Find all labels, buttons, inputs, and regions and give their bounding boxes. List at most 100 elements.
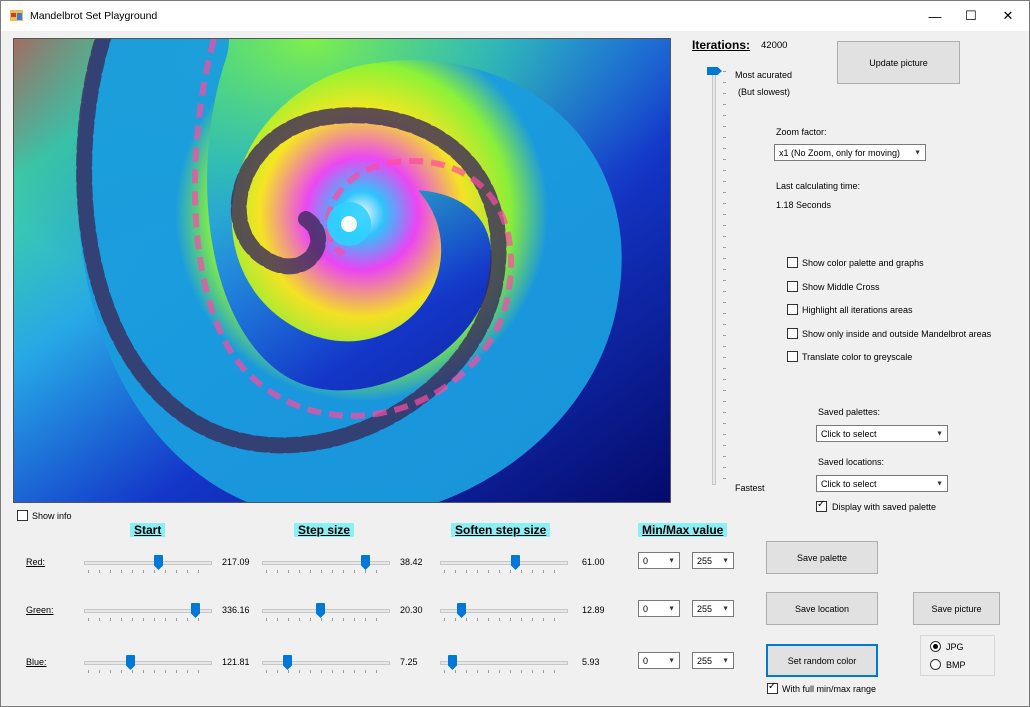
green-max-select[interactable]: 255 ▼ bbox=[692, 600, 734, 617]
iterations-thumb[interactable] bbox=[707, 67, 722, 75]
inside-outside-checkbox[interactable] bbox=[787, 328, 798, 339]
save-location-button[interactable]: Save location bbox=[766, 592, 878, 625]
highlight-iterations-checkbox[interactable] bbox=[787, 304, 798, 315]
fractal-image bbox=[14, 39, 670, 502]
green-step-value: 20.30 bbox=[400, 605, 423, 615]
jpg-label: JPG bbox=[946, 642, 964, 652]
slider-thumb[interactable] bbox=[316, 603, 325, 618]
green-soften-slider[interactable] bbox=[440, 601, 568, 623]
saved-palettes-select[interactable]: Click to select ▼ bbox=[816, 425, 948, 442]
red-soften-value: 61.00 bbox=[582, 557, 605, 567]
slider-ticks bbox=[88, 570, 208, 573]
bmp-label: BMP bbox=[946, 660, 966, 670]
blue-step-value: 7.25 bbox=[400, 657, 418, 667]
save-palette-button[interactable]: Save palette bbox=[766, 541, 878, 574]
iterations-track bbox=[712, 71, 716, 485]
red-max-select[interactable]: 255 ▼ bbox=[692, 552, 734, 569]
show-info-checkbox[interactable] bbox=[17, 510, 28, 521]
show-palette-label: Show color palette and graphs bbox=[802, 258, 924, 268]
red-label: Red: bbox=[26, 557, 46, 567]
slider-thumb[interactable] bbox=[283, 655, 292, 670]
set-random-color-button[interactable]: Set random color bbox=[766, 644, 878, 677]
slider-track bbox=[262, 561, 390, 565]
blue-max-select[interactable]: 255 ▼ bbox=[692, 652, 734, 669]
saved-palettes-value: Click to select bbox=[821, 428, 877, 439]
show-palette-checkbox[interactable] bbox=[787, 257, 798, 268]
full-range-checkbox[interactable] bbox=[767, 681, 778, 694]
red-min-value: 0 bbox=[643, 555, 649, 566]
jpg-radio[interactable] bbox=[930, 641, 941, 652]
but-slowest-label: (But slowest) bbox=[738, 87, 791, 97]
start-heading: Start bbox=[130, 523, 166, 537]
close-button[interactable]: ✕ bbox=[988, 1, 1028, 31]
chevron-down-icon: ▼ bbox=[722, 657, 729, 664]
save-picture-button[interactable]: Save picture bbox=[913, 592, 1000, 625]
show-info-label: Show info bbox=[32, 511, 72, 521]
slider-track bbox=[262, 609, 390, 613]
green-label: Green: bbox=[26, 605, 54, 615]
green-min-select[interactable]: 0 ▼ bbox=[638, 600, 680, 617]
chevron-down-icon: ▼ bbox=[722, 605, 729, 612]
update-picture-button[interactable]: Update picture bbox=[837, 41, 960, 84]
display-saved-palette-checkbox[interactable] bbox=[816, 499, 827, 512]
red-soften-slider[interactable] bbox=[440, 553, 568, 575]
bmp-radio[interactable] bbox=[930, 659, 941, 670]
close-icon: ✕ bbox=[1002, 8, 1014, 23]
minimize-button[interactable]: — bbox=[915, 1, 955, 31]
title-bar: Mandelbrot Set Playground — ☐ ✕ bbox=[1, 1, 1029, 31]
red-step-value: 38.42 bbox=[400, 557, 423, 567]
slider-thumb[interactable] bbox=[511, 555, 520, 570]
slider-thumb[interactable] bbox=[457, 603, 466, 618]
app-icon bbox=[10, 10, 23, 21]
zoom-factor-label: Zoom factor: bbox=[776, 127, 827, 137]
slider-ticks bbox=[444, 670, 564, 673]
display-saved-palette-label: Display with saved palette bbox=[832, 502, 937, 512]
saved-locations-select[interactable]: Click to select ▼ bbox=[816, 475, 948, 492]
maximize-button[interactable]: ☐ bbox=[951, 1, 991, 31]
slider-thumb[interactable] bbox=[191, 603, 200, 618]
blue-step-slider[interactable] bbox=[262, 653, 390, 675]
chevron-down-icon: ▼ bbox=[668, 605, 675, 612]
slider-thumb[interactable] bbox=[361, 555, 370, 570]
greyscale-checkbox[interactable] bbox=[787, 351, 798, 362]
blue-label: Blue: bbox=[26, 657, 47, 667]
step-size-heading: Step size bbox=[294, 523, 355, 537]
slider-ticks bbox=[444, 570, 564, 573]
show-middle-cross-checkbox[interactable] bbox=[787, 281, 798, 292]
fastest-label: Fastest bbox=[735, 483, 765, 493]
green-min-value: 0 bbox=[643, 603, 649, 614]
green-step-slider[interactable] bbox=[262, 601, 390, 623]
slider-thumb[interactable] bbox=[448, 655, 457, 670]
red-start-slider[interactable] bbox=[84, 553, 212, 575]
slider-track bbox=[84, 561, 212, 565]
slider-thumb[interactable] bbox=[126, 655, 135, 670]
iterations-label: Iterations: bbox=[692, 38, 751, 52]
slider-track bbox=[262, 661, 390, 665]
green-start-slider[interactable] bbox=[84, 601, 212, 623]
blue-soften-slider[interactable] bbox=[440, 653, 568, 675]
soften-step-heading: Soften step size bbox=[451, 523, 551, 537]
green-soften-value: 12.89 bbox=[582, 605, 605, 615]
slider-track bbox=[84, 661, 212, 665]
fractal-canvas[interactable] bbox=[13, 38, 671, 503]
minmax-heading: Min/Max value bbox=[638, 523, 728, 537]
slider-ticks bbox=[266, 570, 386, 573]
slider-ticks bbox=[266, 618, 386, 621]
red-step-slider[interactable] bbox=[262, 553, 390, 575]
slider-thumb[interactable] bbox=[154, 555, 163, 570]
slider-ticks bbox=[88, 618, 208, 621]
blue-min-select[interactable]: 0 ▼ bbox=[638, 652, 680, 669]
zoom-factor-select[interactable]: x1 (No Zoom, only for moving) ▼ bbox=[774, 144, 926, 161]
saved-locations-value: Click to select bbox=[821, 478, 877, 489]
iterations-ticks bbox=[723, 71, 726, 485]
slider-ticks bbox=[266, 670, 386, 673]
red-max-value: 255 bbox=[697, 555, 713, 566]
iterations-slider[interactable] bbox=[704, 67, 730, 491]
inside-outside-label: Show only inside and outside Mandelbrot … bbox=[802, 329, 992, 339]
calc-time-value: 1.18 Seconds bbox=[776, 200, 832, 210]
red-min-select[interactable]: 0 ▼ bbox=[638, 552, 680, 569]
blue-min-value: 0 bbox=[643, 655, 649, 666]
blue-start-slider[interactable] bbox=[84, 653, 212, 675]
chevron-down-icon: ▼ bbox=[668, 657, 675, 664]
chevron-down-icon: ▼ bbox=[936, 480, 943, 487]
